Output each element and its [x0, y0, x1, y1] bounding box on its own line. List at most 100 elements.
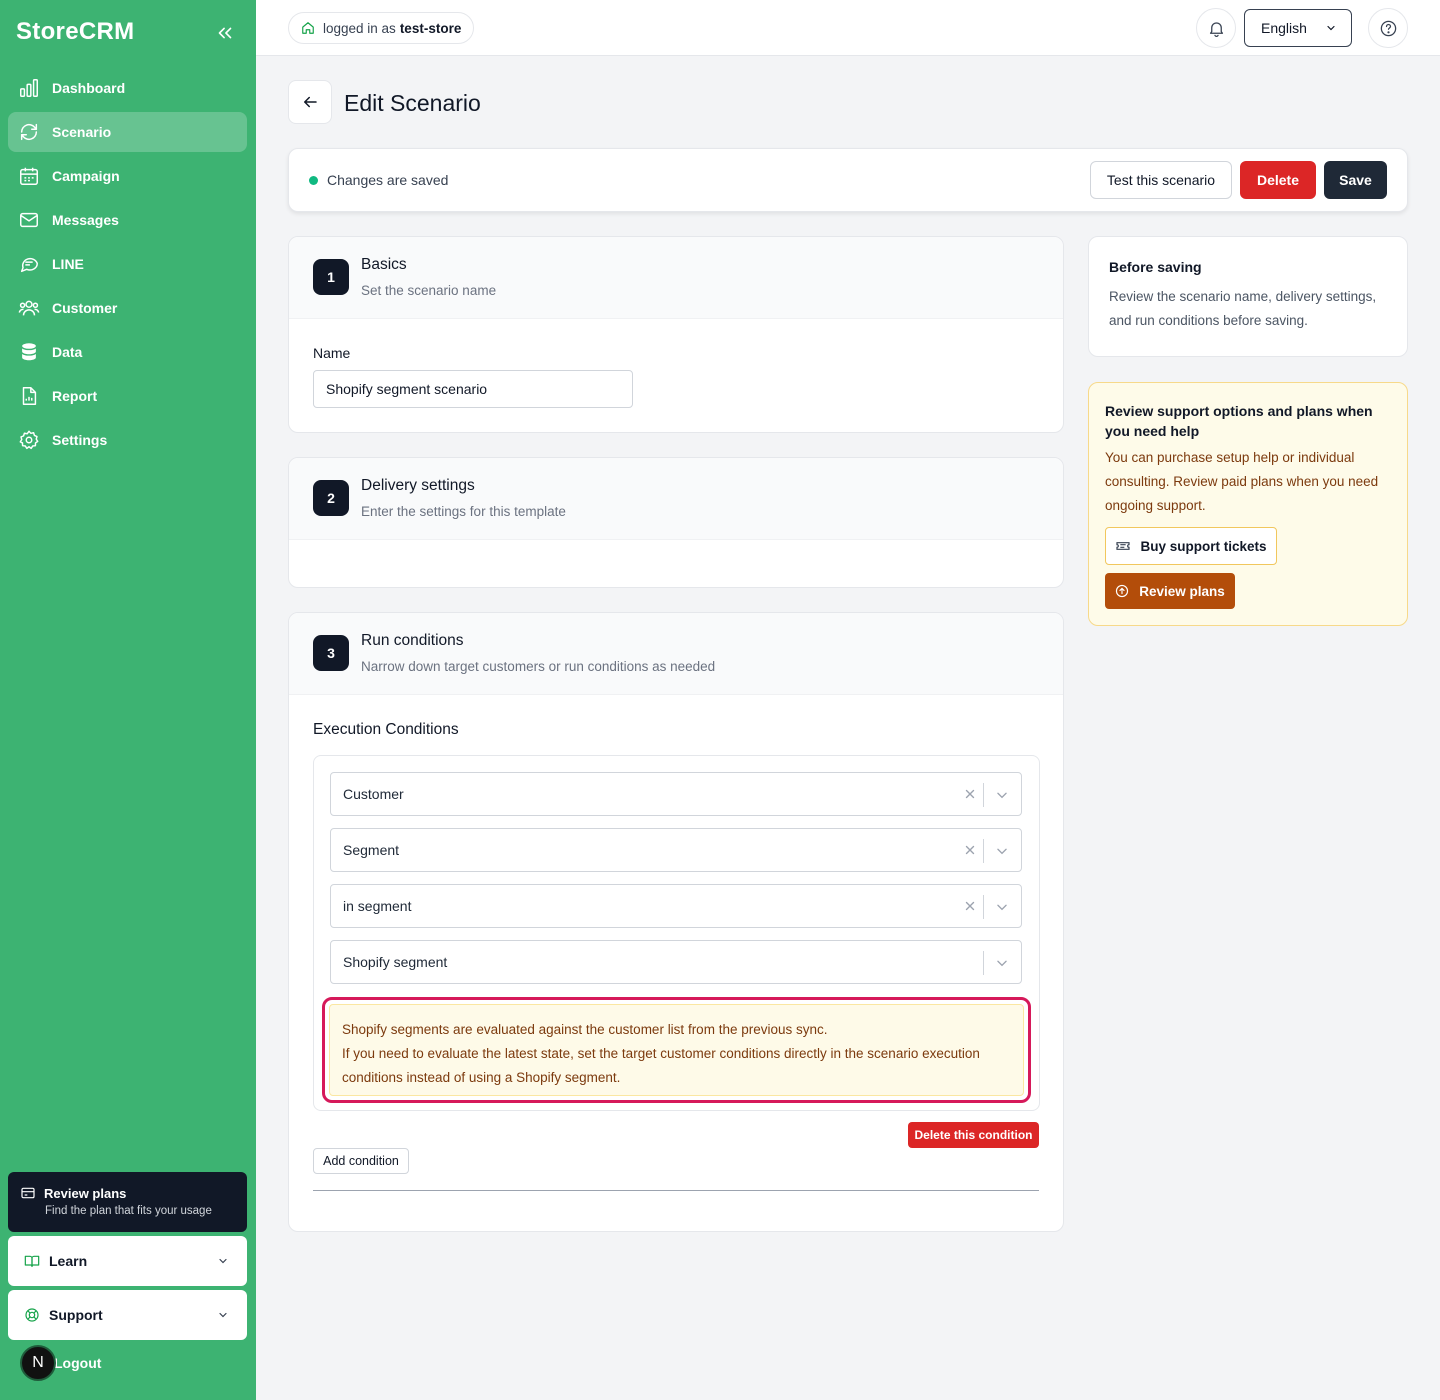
clear-icon[interactable]	[963, 899, 977, 913]
chevron-down-icon[interactable]	[995, 788, 1009, 802]
sidebar-item-label: Report	[52, 388, 98, 404]
review-plans-title: Review plans	[44, 1185, 127, 1201]
support-options-card: Review support options and plans when yo…	[1088, 382, 1408, 626]
condition-target-select[interactable]: Customer	[330, 772, 1022, 816]
sidebar-item-label: Data	[52, 344, 83, 360]
review-plans-card[interactable]: Review plans Find the plan that fits you…	[8, 1172, 247, 1232]
name-input[interactable]: Shopify segment scenario	[313, 370, 633, 408]
sidebar-item-campaign[interactable]: Campaign	[8, 156, 247, 196]
divider	[313, 1190, 1039, 1191]
review-plans-subtitle: Find the plan that fits your usage	[45, 1205, 212, 1217]
sidebar-item-data[interactable]: Data	[8, 332, 247, 372]
avatar[interactable]: N	[20, 1345, 56, 1381]
language-value: English	[1261, 20, 1307, 36]
add-condition-button[interactable]: Add condition	[313, 1148, 409, 1174]
select-value: Segment	[343, 842, 400, 858]
calendar-icon	[20, 167, 38, 185]
sidebar: StoreCRM Dashboard Scenario Campaign Mes…	[0, 0, 256, 1400]
sidebar-item-label: Customer	[52, 300, 118, 316]
select-value: Customer	[343, 786, 404, 802]
arrow-left-icon	[304, 96, 317, 108]
select-divider	[983, 951, 984, 975]
test-scenario-button[interactable]: Test this scenario	[1090, 161, 1232, 199]
arrow-up-circle-icon	[1116, 584, 1129, 598]
save-button[interactable]: Save	[1324, 161, 1387, 199]
ticket-icon	[1116, 542, 1131, 550]
buy-support-tickets-label: Buy support tickets	[1140, 538, 1267, 554]
before-saving-title: Before saving	[1109, 259, 1202, 275]
warning-highlight: Shopify segments are evaluated against t…	[322, 997, 1031, 1103]
review-plans-button[interactable]: Review plans	[1105, 573, 1235, 609]
lifebuoy-icon	[25, 1308, 39, 1322]
notifications-button[interactable]	[1196, 8, 1236, 48]
name-label: Name	[313, 345, 351, 361]
bar-chart-icon	[20, 79, 38, 97]
logout-link[interactable]: N Logout	[20, 1345, 101, 1381]
learn-accordion[interactable]: Learn	[8, 1236, 247, 1286]
delivery-subtitle: Enter the settings for this template	[361, 504, 566, 519]
step-badge: 1	[313, 259, 349, 295]
clear-icon[interactable]	[963, 787, 977, 801]
sidebar-item-label: Scenario	[52, 124, 112, 140]
brand-logo[interactable]: StoreCRM	[16, 18, 134, 46]
sidebar-nav: Dashboard Scenario Campaign Messages LIN…	[8, 68, 247, 464]
report-icon	[22, 387, 37, 405]
sidebar-item-report[interactable]: Report	[8, 376, 247, 416]
run-conditions-header: 3 Run conditions Narrow down target cust…	[289, 613, 1063, 695]
credit-card-icon	[21, 1187, 35, 1199]
warning-line-1: Shopify segments are evaluated against t…	[342, 1022, 828, 1037]
sidebar-item-label: Messages	[52, 212, 119, 228]
save-status-text: Changes are saved	[327, 172, 449, 188]
refresh-icon	[20, 123, 38, 141]
sidebar-item-customer[interactable]: Customer	[8, 288, 247, 328]
save-status: Changes are saved	[309, 172, 448, 188]
save-bar: Changes are saved Test this scenario Del…	[288, 148, 1408, 212]
condition-operator-select[interactable]: in segment	[330, 884, 1022, 928]
bell-icon	[1209, 21, 1223, 37]
select-value: Shopify segment	[343, 954, 448, 970]
condition-group: Customer Segment in segment Shopify segm…	[313, 755, 1040, 1111]
sidebar-item-label: LINE	[52, 256, 84, 272]
page-title: Edit Scenario	[344, 90, 481, 116]
basics-title: Basics	[361, 256, 407, 273]
basics-header: 1 Basics Set the scenario name	[289, 237, 1063, 319]
run-conditions-title: Run conditions	[361, 632, 464, 649]
before-saving-text: Review the scenario name, delivery setti…	[1109, 289, 1377, 328]
condition-field-select[interactable]: Segment	[330, 828, 1022, 872]
help-button[interactable]	[1368, 8, 1408, 48]
book-icon	[24, 1255, 40, 1267]
buy-support-tickets-button[interactable]: Buy support tickets	[1105, 527, 1277, 565]
clear-icon[interactable]	[963, 843, 977, 857]
chevron-down-icon	[1327, 25, 1335, 31]
sidebar-item-messages[interactable]: Messages	[8, 200, 247, 240]
select-value: in segment	[343, 898, 412, 914]
mail-icon	[20, 212, 38, 228]
sidebar-item-dashboard[interactable]: Dashboard	[8, 68, 247, 108]
sidebar-item-scenario[interactable]: Scenario	[8, 112, 247, 152]
select-divider	[983, 783, 984, 807]
step-badge: 3	[313, 635, 349, 671]
chevron-down-icon	[219, 1312, 227, 1318]
support-title: Review support options and plans when yo…	[1105, 403, 1373, 439]
support-label: Support	[49, 1307, 103, 1323]
collapse-sidebar-icon[interactable]	[214, 22, 236, 44]
logout-label: Logout	[54, 1355, 102, 1371]
segment-warning: Shopify segments are evaluated against t…	[329, 1004, 1024, 1096]
back-button[interactable]	[288, 80, 332, 124]
language-select[interactable]: English	[1244, 9, 1352, 47]
chevron-down-icon[interactable]	[995, 900, 1009, 914]
sidebar-item-line[interactable]: LINE	[8, 244, 247, 284]
chevron-down-icon[interactable]	[995, 956, 1009, 970]
learn-label: Learn	[49, 1253, 88, 1269]
chevron-down-icon[interactable]	[995, 844, 1009, 858]
chat-icon	[20, 257, 38, 273]
delete-button[interactable]: Delete	[1240, 161, 1316, 199]
run-conditions-card: 3 Run conditions Narrow down target cust…	[288, 612, 1064, 1232]
condition-value-select[interactable]: Shopify segment	[330, 940, 1022, 984]
delete-condition-button[interactable]: Delete this condition	[908, 1122, 1039, 1148]
sidebar-item-settings[interactable]: Settings	[8, 420, 247, 460]
delivery-card: 2 Delivery settings Enter the settings f…	[288, 457, 1064, 588]
support-accordion[interactable]: Support	[8, 1290, 247, 1340]
sidebar-item-label: Dashboard	[52, 80, 126, 96]
store-pill[interactable]: logged in as test-store	[288, 12, 475, 44]
